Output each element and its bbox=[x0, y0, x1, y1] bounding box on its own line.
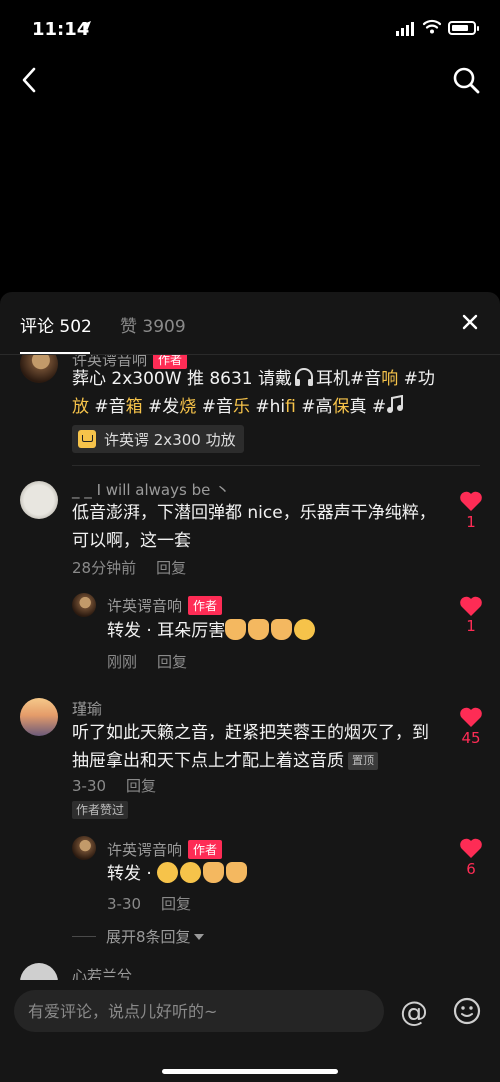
reply-button[interactable]: 回复 bbox=[157, 653, 187, 671]
avatar[interactable] bbox=[72, 836, 96, 860]
author-liked-badge: 作者赞过 bbox=[72, 801, 129, 819]
comment-author[interactable]: _ _ I will always be 丶 bbox=[72, 479, 230, 500]
heart-icon[interactable] bbox=[459, 837, 483, 859]
reply-button[interactable]: 回复 bbox=[126, 777, 156, 795]
at-mention-icon[interactable]: @ bbox=[398, 996, 430, 1028]
reply-text: 转发 · 耳朵厉害 bbox=[107, 617, 437, 645]
comment-input[interactable] bbox=[14, 990, 384, 1032]
location-arrow-icon bbox=[81, 21, 91, 31]
shocked-emoji bbox=[294, 619, 316, 640]
heart-icon[interactable] bbox=[459, 490, 483, 512]
active-tab-indicator bbox=[20, 352, 90, 354]
reply-author[interactable]: 许英谔音响 作者 bbox=[107, 839, 223, 860]
avatar[interactable] bbox=[20, 698, 58, 736]
reply-author[interactable]: 许英谔音响 作者 bbox=[107, 595, 223, 616]
wifi-icon bbox=[422, 19, 442, 34]
comment-sheet: 评论 502 赞 3909 许英谔音响 作者 葬心 2x300W 推 8631 请… bbox=[0, 292, 500, 1082]
comment-author[interactable]: 瑾瑜 bbox=[72, 698, 102, 719]
reply-meta: 刚刚 回复 bbox=[107, 653, 188, 671]
pinned-badge: 置顶 bbox=[348, 752, 378, 770]
product-link-label: 许英谔 2x300 功放 bbox=[104, 430, 236, 449]
avatar[interactable] bbox=[20, 481, 58, 519]
status-bar: 11:14 bbox=[0, 0, 500, 60]
thumbs-up-emoji bbox=[225, 619, 247, 640]
cellular-signal-icon bbox=[396, 22, 414, 36]
tab-comments[interactable]: 评论 502 bbox=[20, 312, 92, 337]
cart-icon bbox=[78, 430, 96, 448]
like-count: 1 bbox=[466, 513, 476, 531]
comment-text: 听了如此天籁之音，赶紧把芙蓉王的烟灭了，到抽屉拿出和天下点上才配上着这音质 置顶 bbox=[72, 723, 429, 771]
post-text: 葬心 2x300W 推 8631 请戴 耳机#音响 #功放 #音箱 #发烧 #音乐… bbox=[72, 368, 435, 417]
product-link[interactable]: 许英谔 2x300 功放 bbox=[72, 425, 244, 453]
clap-emoji bbox=[203, 862, 225, 883]
like-count: 1 bbox=[466, 617, 476, 635]
home-indicator[interactable] bbox=[162, 1069, 338, 1074]
comment-tabs: 评论 502 赞 3909 bbox=[0, 292, 500, 355]
chevron-down-icon bbox=[193, 934, 204, 940]
author-badge: 作者 bbox=[188, 840, 223, 859]
like-count: 45 bbox=[461, 729, 481, 747]
close-icon[interactable] bbox=[458, 310, 482, 334]
clap-emoji bbox=[248, 619, 270, 640]
avatar[interactable] bbox=[20, 355, 58, 383]
comment-text: 低音澎湃，下潜回弹都 nice，乐器声干净纯粹，可以啊，这一套 bbox=[72, 503, 436, 551]
heart-icon[interactable] bbox=[459, 706, 483, 728]
reply-button[interactable]: 回复 bbox=[156, 559, 186, 577]
comment-input-bar: @ bbox=[0, 980, 500, 1082]
reply-button[interactable]: 回复 bbox=[161, 895, 191, 913]
top-nav bbox=[0, 60, 500, 100]
comment-time: 28分钟前 bbox=[72, 559, 137, 577]
reply-text: 转发 · bbox=[107, 860, 437, 888]
laughing-emoji bbox=[157, 862, 179, 883]
headphones-icon bbox=[295, 368, 314, 386]
thumbs-up-emoji bbox=[271, 619, 293, 640]
search-icon[interactable] bbox=[450, 64, 482, 96]
battery-icon bbox=[448, 21, 479, 35]
comment-meta: 28分钟前 回复 bbox=[72, 557, 186, 578]
heart-icon[interactable] bbox=[459, 595, 483, 617]
like-count: 6 bbox=[466, 860, 476, 878]
tab-likes[interactable]: 赞 3909 bbox=[120, 312, 186, 337]
back-icon[interactable] bbox=[14, 64, 46, 96]
expand-replies-button[interactable]: 展开8条回复 bbox=[106, 926, 205, 947]
avatar[interactable] bbox=[72, 593, 96, 617]
music-note-icon bbox=[387, 394, 404, 413]
comment-list[interactable]: 许英谔音响 作者 葬心 2x300W 推 8631 请戴 耳机#音响 #功放 #音箱… bbox=[0, 355, 500, 985]
emoji-icon[interactable] bbox=[452, 996, 482, 1026]
expand-divider bbox=[72, 936, 96, 937]
comment-meta: 3-30 回复 bbox=[72, 777, 157, 795]
thumbs-up-emoji bbox=[226, 862, 248, 883]
author-badge: 作者 bbox=[188, 596, 223, 615]
reply-meta: 3-30 回复 bbox=[107, 895, 192, 913]
rofl-emoji bbox=[180, 862, 202, 883]
divider bbox=[72, 465, 480, 466]
